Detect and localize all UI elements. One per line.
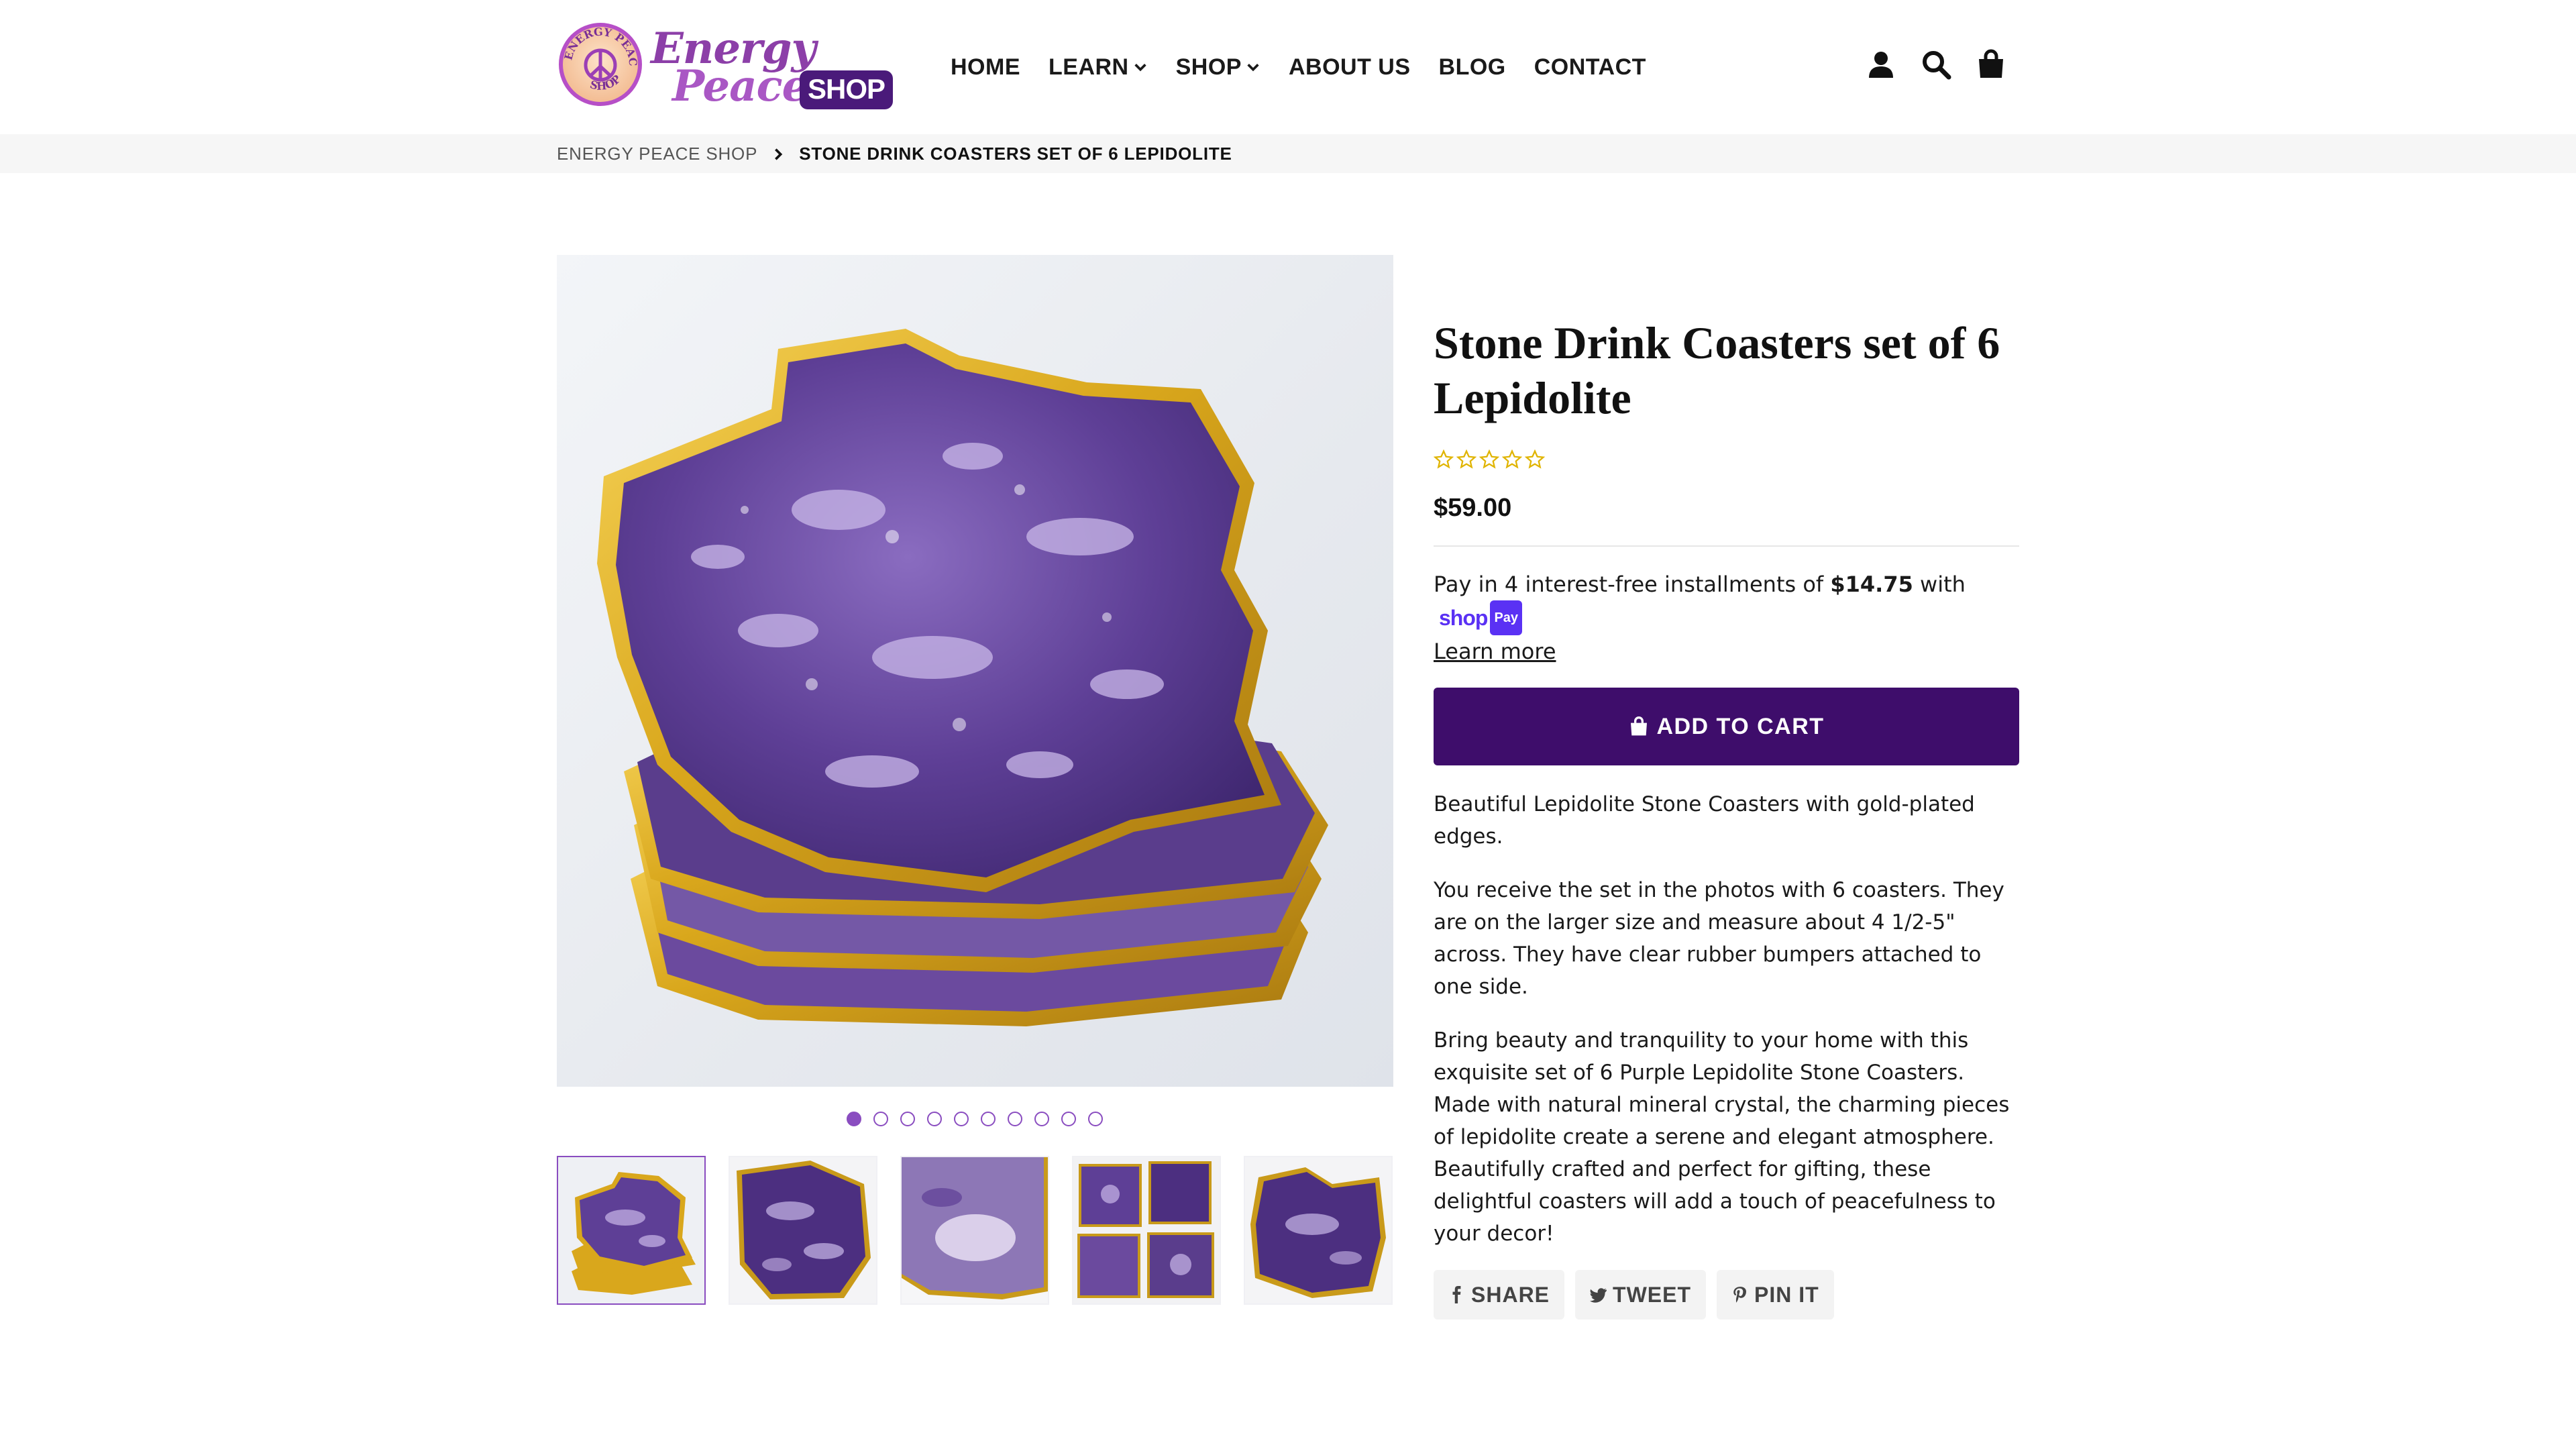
shop-pay-installments: Pay in 4 interest-free installments of $…	[1434, 568, 2019, 667]
star-outline-icon	[1456, 449, 1477, 469]
gallery-dot-6[interactable]	[981, 1112, 996, 1126]
breadcrumb-bar: ENERGY PEACE SHOP STONE DRINK COASTERS S…	[0, 134, 2576, 173]
gallery-dot-1[interactable]	[847, 1112, 861, 1126]
star-outline-icon	[1525, 449, 1545, 469]
shop-pay-logo: shop Pay	[1439, 600, 1523, 635]
installments-prefix: Pay in 4 interest-free installments of	[1434, 572, 1831, 597]
star-outline-icon	[1502, 449, 1522, 469]
share-pinterest-label: PIN IT	[1754, 1282, 1819, 1307]
nav-contact-label: CONTACT	[1534, 54, 1646, 80]
thumbnail-single-coaster-image	[730, 1157, 876, 1303]
brand-logo[interactable]: ENERGY PEACE SHOP Energy Peace SHOP	[557, 19, 894, 111]
star-outline-icon	[1434, 449, 1454, 469]
twitter-icon	[1590, 1288, 1607, 1303]
chevron-down-icon	[1134, 64, 1146, 72]
brand-line2: Peace	[672, 61, 809, 111]
thumbnail-3[interactable]	[900, 1156, 1049, 1305]
description-paragraph-1: Beautiful Lepidolite Stone Coasters with…	[1434, 792, 1975, 849]
rating-stars[interactable]	[1434, 449, 2019, 470]
thumbnail-coaster-detail-image	[1245, 1157, 1391, 1303]
nav-home-label: HOME	[951, 54, 1020, 80]
nav-learn-label: LEARN	[1049, 54, 1129, 80]
nav-blog[interactable]: BLOG	[1439, 54, 1506, 80]
gallery-dot-2[interactable]	[873, 1112, 888, 1126]
nav-learn[interactable]: LEARN	[1049, 54, 1148, 80]
star-outline-icon	[1479, 449, 1499, 469]
installments-amount: $14.75	[1830, 572, 1913, 597]
price-divider	[1434, 545, 2019, 547]
social-share: SHARE TWEET PIN IT	[1434, 1270, 2019, 1320]
add-to-cart-button[interactable]: ADD TO CART	[1434, 688, 2019, 765]
breadcrumb: ENERGY PEACE SHOP STONE DRINK COASTERS S…	[557, 144, 1232, 164]
brand-shop-badge: SHOP	[800, 70, 894, 109]
thumbnail-1[interactable]	[557, 1156, 706, 1305]
search-icon[interactable]	[1920, 48, 1952, 80]
shop-pay-logo-shop: shop	[1439, 606, 1488, 630]
installments-suffix: with	[1913, 572, 1966, 597]
product-info: Stone Drink Coasters set of 6 Lepidolite…	[1434, 315, 2019, 1320]
gallery-dot-7[interactable]	[1008, 1112, 1022, 1126]
header-actions	[1865, 48, 2030, 80]
product-title: Stone Drink Coasters set of 6 Lepidolite	[1434, 317, 2000, 423]
shopping-bag-icon	[1631, 716, 1648, 736]
gallery-dot-8[interactable]	[1034, 1112, 1049, 1126]
product-price: $59.00	[1434, 494, 1512, 522]
facebook-icon	[1452, 1286, 1461, 1303]
nav-shop[interactable]: SHOP	[1176, 54, 1260, 80]
product-description: Beautiful Lepidolite Stone Coasters with…	[1434, 788, 2019, 1250]
breadcrumb-home-link[interactable]: ENERGY PEACE SHOP	[557, 144, 757, 164]
share-facebook-button[interactable]: SHARE	[1434, 1270, 1565, 1320]
nav-contact[interactable]: CONTACT	[1534, 54, 1646, 80]
description-paragraph-3: Bring beauty and tranquility to your hom…	[1434, 1028, 2010, 1246]
share-pinterest-button[interactable]: PIN IT	[1717, 1270, 1834, 1320]
gallery-dot-9[interactable]	[1061, 1112, 1076, 1126]
gallery-dot-10[interactable]	[1088, 1112, 1103, 1126]
account-icon[interactable]	[1865, 48, 1897, 80]
thumbnail-stack-image	[558, 1157, 704, 1303]
cart-icon[interactable]	[1975, 48, 2007, 80]
gallery-thumbnails	[557, 1156, 1415, 1305]
pinterest-icon	[1733, 1287, 1746, 1303]
nav-about-us[interactable]: ABOUT US	[1289, 54, 1411, 80]
thumbnail-5[interactable]	[1244, 1156, 1393, 1305]
gallery-pagination	[847, 1112, 1115, 1126]
site-header: ENERGY PEACE SHOP Energy Peace SHOP HOME…	[0, 0, 2576, 134]
shop-pay-logo-pay: Pay	[1490, 600, 1523, 635]
gallery-dot-3[interactable]	[900, 1112, 915, 1126]
share-twitter-label: TWEET	[1613, 1282, 1691, 1307]
thumbnail-2[interactable]	[729, 1156, 877, 1305]
chevron-right-icon	[775, 148, 783, 160]
nav-shop-label: SHOP	[1175, 54, 1242, 80]
gallery-dot-4[interactable]	[927, 1112, 942, 1126]
gallery-dot-5[interactable]	[954, 1112, 969, 1126]
share-facebook-label: SHARE	[1471, 1282, 1550, 1307]
chevron-down-icon	[1247, 64, 1259, 72]
thumbnail-closeup-image	[902, 1157, 1048, 1303]
description-paragraph-2: You receive the set in the photos with 6…	[1434, 878, 2004, 999]
nav-blog-label: BLOG	[1438, 54, 1506, 80]
product-main-image[interactable]	[557, 255, 1393, 1087]
thumbnail-4[interactable]	[1072, 1156, 1221, 1305]
peace-seal-icon: ENERGY PEACE SHOP	[557, 21, 642, 106]
add-to-cart-label: ADD TO CART	[1656, 713, 1825, 739]
nav-about-us-label: ABOUT US	[1288, 54, 1411, 80]
share-twitter-button[interactable]: TWEET	[1575, 1270, 1706, 1320]
main-nav: HOME LEARN SHOP ABOUT US BLOG CONTACT	[951, 51, 1674, 83]
breadcrumb-current: STONE DRINK COASTERS SET OF 6 LEPIDOLITE	[799, 144, 1232, 164]
nav-home[interactable]: HOME	[951, 54, 1020, 80]
brand-wordmark: Energy Peace SHOP	[651, 21, 894, 111]
thumbnail-set-image	[1073, 1157, 1220, 1303]
coaster-stack-illustration	[597, 329, 1328, 1026]
learn-more-link[interactable]: Learn more	[1434, 639, 1556, 664]
